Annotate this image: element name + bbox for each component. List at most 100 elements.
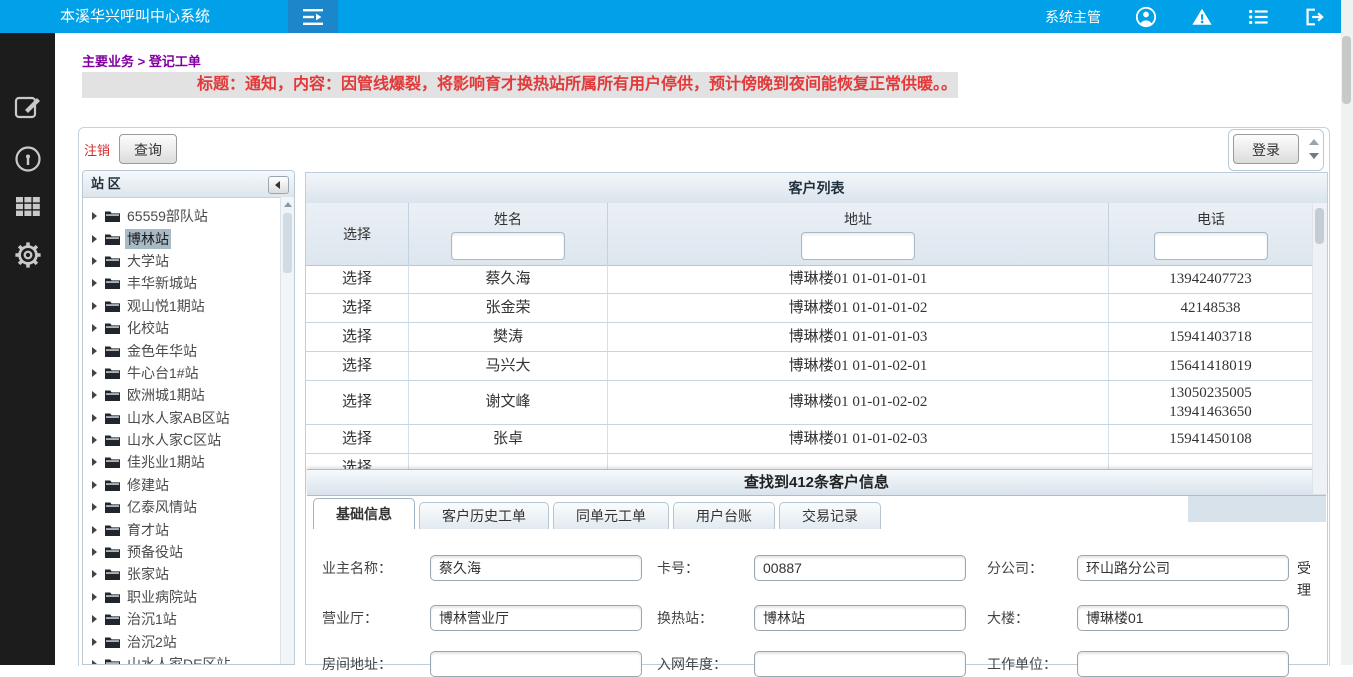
field-input[interactable] bbox=[754, 555, 966, 581]
table-scrollbar-thumb[interactable] bbox=[1315, 208, 1324, 244]
tree-item[interactable]: 化校站 bbox=[83, 317, 281, 339]
expand-caret-icon[interactable] bbox=[92, 548, 97, 556]
expand-caret-icon[interactable] bbox=[92, 235, 97, 243]
expand-caret-icon[interactable] bbox=[92, 593, 97, 601]
expand-caret-icon[interactable] bbox=[92, 279, 97, 287]
tree-item[interactable]: 丰华新城站 bbox=[83, 272, 281, 294]
customer-row: 选择马兴大博琳楼01 01-01-02-0115641418019 bbox=[306, 352, 1313, 381]
logout-icon[interactable] bbox=[1303, 6, 1325, 28]
field-input[interactable] bbox=[1077, 651, 1289, 677]
folder-icon bbox=[105, 479, 120, 491]
list-icon[interactable] bbox=[1247, 6, 1269, 28]
field-input[interactable] bbox=[1077, 605, 1289, 631]
tree-item-label: 预备役站 bbox=[125, 542, 185, 562]
tab-basic-info[interactable]: 基础信息 bbox=[313, 498, 415, 529]
tree-item[interactable]: 山水人家C区站 bbox=[83, 429, 281, 451]
expand-caret-icon[interactable] bbox=[92, 660, 97, 664]
page-scrollbar-thumb[interactable] bbox=[1342, 36, 1351, 104]
logout-link[interactable]: 注销 bbox=[84, 140, 110, 159]
dashboard-icon[interactable] bbox=[14, 145, 42, 173]
alert-icon[interactable] bbox=[1191, 6, 1213, 28]
select-customer-link[interactable]: 选择 bbox=[306, 454, 409, 469]
tree-item[interactable]: 牛心台1#站 bbox=[83, 362, 281, 384]
expand-caret-icon[interactable] bbox=[92, 615, 97, 623]
tree-item[interactable]: 育才站 bbox=[83, 518, 281, 540]
field-input[interactable] bbox=[1077, 555, 1289, 581]
field-input[interactable] bbox=[754, 605, 966, 631]
compose-icon[interactable] bbox=[14, 93, 42, 121]
tree-item[interactable]: 金色年华站 bbox=[83, 339, 281, 361]
column-header-phone: 电话 bbox=[1109, 203, 1313, 265]
field-input[interactable] bbox=[430, 651, 642, 677]
scroll-up-icon[interactable] bbox=[284, 202, 292, 207]
expand-caret-icon[interactable] bbox=[92, 324, 97, 332]
customer-row: 选择张金荣博琳楼01 01-01-01-0242148538 bbox=[306, 294, 1313, 323]
expand-caret-icon[interactable] bbox=[92, 257, 97, 265]
expand-caret-icon[interactable] bbox=[92, 503, 97, 511]
login-button[interactable]: 登录 bbox=[1233, 134, 1299, 164]
accept-button[interactable]: 受理 bbox=[1295, 557, 1313, 601]
tree-item[interactable]: 修建站 bbox=[83, 474, 281, 496]
query-button[interactable]: 查询 bbox=[119, 134, 177, 164]
table-scrollbar[interactable] bbox=[1312, 203, 1327, 494]
tree-item[interactable]: 博林站 bbox=[83, 227, 281, 249]
tree-item[interactable]: 治沉2站 bbox=[83, 630, 281, 652]
tree-item[interactable]: 职业病院站 bbox=[83, 586, 281, 608]
tab-4[interactable]: 交易记录 bbox=[779, 502, 881, 529]
expand-caret-icon[interactable] bbox=[92, 347, 97, 355]
expand-caret-icon[interactable] bbox=[92, 526, 97, 534]
expand-caret-icon[interactable] bbox=[92, 570, 97, 578]
select-customer-link[interactable]: 选择 bbox=[306, 265, 409, 293]
tree-item[interactable]: 佳兆业1期站 bbox=[83, 451, 281, 473]
customer-phone-cell bbox=[1109, 454, 1313, 469]
settings-icon[interactable] bbox=[14, 241, 42, 269]
tree-item-label: 山水人家AB区站 bbox=[125, 408, 232, 428]
tree-item[interactable]: 治沉1站 bbox=[83, 608, 281, 630]
expand-caret-icon[interactable] bbox=[92, 302, 97, 310]
tree-item[interactable]: 预备役站 bbox=[83, 541, 281, 563]
select-customer-link[interactable]: 选择 bbox=[306, 352, 409, 380]
select-customer-link[interactable]: 选择 bbox=[306, 294, 409, 322]
spin-down-icon[interactable] bbox=[1309, 153, 1319, 159]
field-input[interactable] bbox=[430, 605, 642, 631]
tree-item[interactable]: 大学站 bbox=[83, 250, 281, 272]
user-icon[interactable] bbox=[1135, 6, 1157, 28]
expand-caret-icon[interactable] bbox=[92, 369, 97, 377]
field-input[interactable] bbox=[754, 651, 966, 677]
tree-item-label: 治沉2站 bbox=[125, 632, 179, 652]
select-customer-link[interactable]: 选择 bbox=[306, 425, 409, 453]
tree-item[interactable]: 欧洲城1期站 bbox=[83, 384, 281, 406]
tree-scrollbar[interactable] bbox=[280, 197, 294, 664]
select-customer-link[interactable]: 选择 bbox=[306, 381, 409, 424]
grid-icon[interactable] bbox=[14, 193, 42, 221]
tab-2[interactable]: 同单元工单 bbox=[553, 502, 669, 529]
collapse-panel-button[interactable] bbox=[268, 176, 289, 194]
expand-caret-icon[interactable] bbox=[92, 436, 97, 444]
select-customer-link[interactable]: 选择 bbox=[306, 323, 409, 351]
tree-item[interactable]: 观山悦1期站 bbox=[83, 295, 281, 317]
expand-caret-icon[interactable] bbox=[92, 481, 97, 489]
tab-3[interactable]: 用户台账 bbox=[673, 502, 775, 529]
expand-caret-icon[interactable] bbox=[92, 638, 97, 646]
expand-caret-icon[interactable] bbox=[92, 391, 97, 399]
field-input[interactable] bbox=[430, 555, 642, 581]
tree-item[interactable]: 山水人家DE区站 bbox=[83, 653, 281, 664]
breadcrumb[interactable]: 主要业务 > 登记工单 bbox=[82, 51, 201, 70]
name-filter-input[interactable] bbox=[451, 232, 565, 260]
field-label: 入网年度： bbox=[657, 651, 727, 677]
expand-caret-icon[interactable] bbox=[92, 458, 97, 466]
address-filter-input[interactable] bbox=[801, 232, 915, 260]
page-scrollbar[interactable] bbox=[1341, 0, 1353, 665]
expand-caret-icon[interactable] bbox=[92, 414, 97, 422]
tree-scrollbar-thumb[interactable] bbox=[283, 213, 292, 273]
tree-item[interactable]: 65559部队站 bbox=[83, 205, 281, 227]
menu-toggle-button[interactable] bbox=[288, 0, 338, 33]
tree-item-label: 化校站 bbox=[125, 318, 171, 338]
expand-caret-icon[interactable] bbox=[92, 212, 97, 220]
spin-up-icon[interactable] bbox=[1309, 139, 1319, 145]
tree-item[interactable]: 山水人家AB区站 bbox=[83, 407, 281, 429]
tree-item[interactable]: 亿泰风情站 bbox=[83, 496, 281, 518]
tab-1[interactable]: 客户历史工单 bbox=[419, 502, 549, 529]
phone-filter-input[interactable] bbox=[1154, 232, 1268, 260]
tree-item[interactable]: 张家站 bbox=[83, 563, 281, 585]
